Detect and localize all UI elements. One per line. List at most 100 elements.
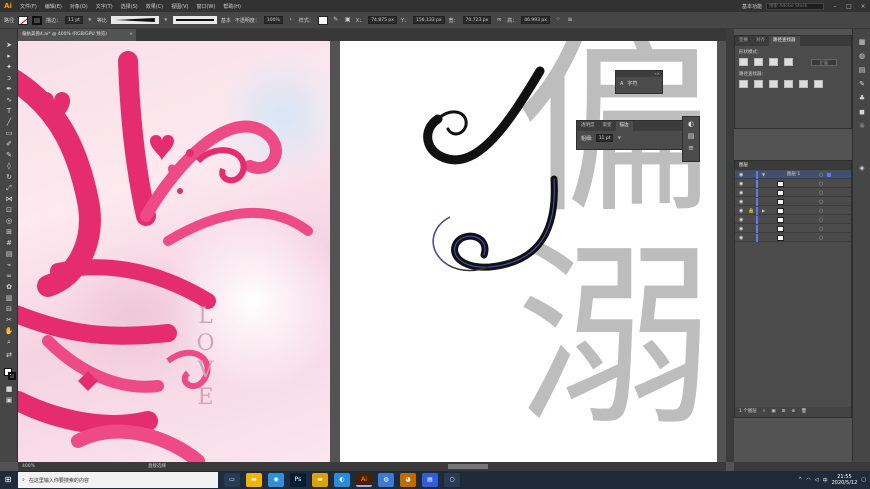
eye-icon[interactable]: ◉ bbox=[739, 198, 745, 206]
stroke-weight-field[interactable]: 11 pt bbox=[65, 16, 83, 24]
target-icon[interactable]: ○ bbox=[819, 189, 823, 197]
direct-selection-tool-icon[interactable]: ▸ bbox=[4, 52, 14, 61]
hand-tool-icon[interactable]: ✋ bbox=[4, 327, 14, 336]
new-sublayer-icon[interactable]: ⊞ bbox=[782, 407, 786, 417]
illustrator-icon[interactable]: Ai bbox=[356, 473, 372, 487]
tab-transform[interactable]: 变换 bbox=[735, 36, 752, 46]
color-icon[interactable]: ◍ bbox=[857, 51, 867, 61]
file-explorer-icon[interactable]: ▬ bbox=[246, 473, 262, 487]
stroke-panel[interactable]: 透明度 渐变 描边 粗细: 11 pt ▼ bbox=[576, 120, 686, 150]
selection-tool-icon[interactable]: ➤ bbox=[4, 41, 14, 50]
app-icon[interactable]: ◐ bbox=[334, 473, 350, 487]
panel-dock-ribbon[interactable] bbox=[726, 29, 734, 462]
minimize-icon[interactable]: – bbox=[828, 0, 842, 12]
trash-icon[interactable]: 🗑 bbox=[801, 407, 807, 417]
tab-gradient[interactable]: 渐变 bbox=[599, 121, 616, 131]
ime-indicator[interactable]: 中 bbox=[823, 477, 828, 484]
chevron-down-icon[interactable]: ▼ bbox=[762, 171, 765, 179]
chevron-down-icon[interactable]: ▼ bbox=[87, 16, 93, 24]
menu-object[interactable]: 对象(O) bbox=[66, 3, 92, 10]
target-icon[interactable]: ○ bbox=[819, 225, 823, 233]
crop-icon[interactable] bbox=[784, 80, 793, 88]
magic-wand-tool-icon[interactable]: ✦ bbox=[4, 63, 14, 72]
fill-swatch[interactable] bbox=[18, 15, 29, 25]
intersect-icon[interactable] bbox=[769, 58, 778, 66]
eye-icon[interactable]: ◉ bbox=[739, 234, 745, 242]
menu-type[interactable]: 文字(T) bbox=[92, 3, 117, 10]
eye-icon[interactable]: ◉ bbox=[739, 171, 745, 179]
browser-icon[interactable]: ◉ bbox=[268, 473, 284, 487]
layer-row[interactable]: ◉ ○ bbox=[735, 180, 851, 188]
stroke-icon[interactable]: ≡ bbox=[685, 143, 697, 153]
menu-window[interactable]: 窗口(W) bbox=[192, 3, 219, 10]
pen-tool-icon[interactable]: ✒ bbox=[4, 85, 14, 94]
free-transform-tool-icon[interactable]: ⊡ bbox=[4, 206, 14, 215]
layer-row[interactable]: ◉ ▼ 图层 1 ○ bbox=[735, 171, 851, 179]
graphic-styles-icon[interactable]: ◼ bbox=[857, 107, 867, 117]
chevron-down-icon[interactable]: ▼ bbox=[163, 16, 169, 24]
layer-row[interactable]: ◉ 🔒 ▶ ○ bbox=[735, 207, 851, 215]
expand-button[interactable]: 扩展 bbox=[811, 58, 837, 66]
taskbar-search-input[interactable]: ⌕ 在这里输入你要搜索的内容 bbox=[18, 472, 218, 488]
height-field[interactable]: 46.993 px bbox=[521, 16, 550, 24]
layer-row[interactable]: ◉ ○ bbox=[735, 225, 851, 233]
minus-back-icon[interactable] bbox=[814, 80, 823, 88]
eye-icon[interactable]: ◉ bbox=[739, 216, 745, 224]
network-icon[interactable]: ◠ bbox=[806, 477, 810, 483]
lasso-tool-icon[interactable]: ↄ bbox=[4, 74, 14, 83]
volume-icon[interactable]: ◁ bbox=[815, 477, 819, 483]
app-icon[interactable]: ▤ bbox=[422, 473, 438, 487]
y-field[interactable]: 156.133 px bbox=[412, 16, 445, 24]
horizontal-scrollbar[interactable] bbox=[448, 464, 488, 469]
target-icon[interactable]: ○ bbox=[819, 198, 823, 206]
artboard[interactable]: 偏 溺 bbox=[340, 41, 717, 462]
windows-start-icon[interactable]: ⊞ bbox=[0, 471, 16, 489]
transform-icon[interactable]: ⁘ bbox=[554, 16, 562, 24]
app-icon[interactable]: ◍ bbox=[378, 473, 394, 487]
notification-icon[interactable]: ▢ bbox=[861, 477, 866, 483]
rotate-tool-icon[interactable]: ↻ bbox=[4, 173, 14, 182]
shape-builder-tool-icon[interactable]: ◎ bbox=[4, 217, 14, 226]
chevron-right-icon[interactable]: ▶ bbox=[762, 207, 765, 215]
document-tab[interactable]: 偏执美兽4.ai* @ 400% (RGB/GPU 预览) × bbox=[18, 29, 136, 41]
new-layer-icon[interactable]: ⊕ bbox=[791, 407, 795, 417]
opacity-arrow-icon[interactable]: › bbox=[287, 16, 295, 24]
zoom-tool-icon[interactable]: ⌕ bbox=[4, 338, 14, 347]
x-field[interactable]: 74.875 px bbox=[368, 16, 397, 24]
target-icon[interactable]: ○ bbox=[819, 216, 823, 224]
selection-indicator[interactable] bbox=[827, 173, 831, 177]
exclude-icon[interactable] bbox=[784, 58, 793, 66]
blend-tool-icon[interactable]: ∞ bbox=[4, 272, 14, 281]
gradient-tool-icon[interactable]: ▤ bbox=[4, 250, 14, 259]
layers-tab[interactable]: 图层 bbox=[735, 161, 851, 170]
mesh-tool-icon[interactable]: # bbox=[4, 239, 14, 248]
eyedropper-tool-icon[interactable]: ⌁ bbox=[4, 261, 14, 270]
tab-pathfinder[interactable]: 路径查找器 bbox=[769, 36, 800, 46]
menu-edit[interactable]: 编辑(E) bbox=[41, 3, 66, 10]
eye-icon[interactable]: ◉ bbox=[739, 225, 745, 233]
menu-effect[interactable]: 效果(C) bbox=[142, 3, 167, 10]
lock-icon[interactable]: 🔒 bbox=[748, 207, 754, 215]
locate-object-icon[interactable]: ⌕ bbox=[763, 407, 766, 417]
width-tool-icon[interactable]: ⋈ bbox=[4, 195, 14, 204]
curvature-tool-icon[interactable]: ∿ bbox=[4, 96, 14, 105]
menu-icon[interactable]: ≡ bbox=[566, 16, 574, 24]
folder-icon[interactable]: ▬ bbox=[312, 473, 328, 487]
trim-icon[interactable] bbox=[754, 80, 763, 88]
width-field[interactable]: 70.723 px bbox=[462, 16, 492, 24]
graphic-style-swatch[interactable] bbox=[317, 15, 328, 25]
variable-width-profile-preview[interactable] bbox=[110, 16, 159, 24]
scale-tool-icon[interactable]: ⤢ bbox=[4, 184, 14, 193]
eye-icon[interactable]: ◉ bbox=[739, 189, 745, 197]
eye-icon[interactable]: ◉ bbox=[739, 207, 745, 215]
eye-icon[interactable]: ◉ bbox=[739, 180, 745, 188]
link-icon[interactable]: ∞ bbox=[495, 16, 503, 24]
menu-view[interactable]: 视图(V) bbox=[167, 3, 192, 10]
opacity-field[interactable]: 100% bbox=[263, 16, 283, 24]
target-icon[interactable]: ○ bbox=[819, 207, 823, 215]
layer-row[interactable]: ◉ ○ bbox=[735, 216, 851, 224]
wechat-icon[interactable]: ◕ bbox=[400, 473, 416, 487]
target-icon[interactable]: ○ bbox=[819, 171, 823, 179]
task-view-icon[interactable]: ▭ bbox=[224, 473, 240, 487]
chevron-down-icon[interactable]: ▼ bbox=[616, 134, 622, 142]
